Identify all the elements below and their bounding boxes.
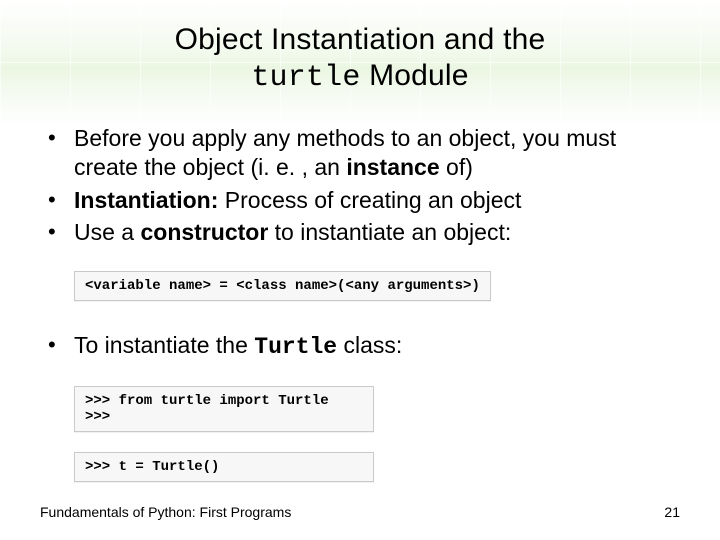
page-number: 21 (664, 504, 680, 520)
bullet-item: Before you apply any methods to an objec… (40, 124, 680, 182)
code-constructor-syntax: <variable name> = <class name>(<any argu… (74, 271, 491, 301)
slide-footer: Fundamentals of Python: First Programs 2… (40, 504, 680, 520)
bullet-text: To instantiate the (74, 332, 254, 358)
bullet-text: to instantiate an object: (268, 219, 511, 245)
bullet-text: Process of creating an object (218, 187, 521, 213)
footer-text: Fundamentals of Python: First Programs (40, 504, 291, 520)
bullet-text: instance (346, 154, 439, 180)
title-code: turtle (251, 61, 360, 95)
bullet-item: To instantiate the Turtle class: (40, 331, 680, 362)
title-line2-after: Module (361, 59, 469, 92)
code-instantiate-turtle: >>> t = Turtle() (74, 452, 374, 482)
title-line1: Object Instantiation and the (175, 23, 546, 56)
slide-content: Object Instantiation and the turtle Modu… (0, 0, 720, 540)
bullet-item: Use a constructor to instantiate an obje… (40, 218, 680, 247)
bullet-text: Instantiation: (74, 187, 218, 213)
code-import-turtle: >>> from turtle import Turtle >>> (74, 386, 374, 432)
bullet-text: class: (337, 332, 402, 358)
bullet-list-2: To instantiate the Turtle class: (40, 331, 680, 362)
bullet-text: of) (440, 154, 473, 180)
slide-title: Object Instantiation and the turtle Modu… (40, 22, 680, 96)
bullet-list-1: Before you apply any methods to an objec… (40, 124, 680, 247)
bullet-text: Turtle (254, 334, 337, 360)
bullet-text: Use a (74, 219, 140, 245)
bullet-text: constructor (140, 219, 268, 245)
bullet-item: Instantiation: Process of creating an ob… (40, 186, 680, 215)
